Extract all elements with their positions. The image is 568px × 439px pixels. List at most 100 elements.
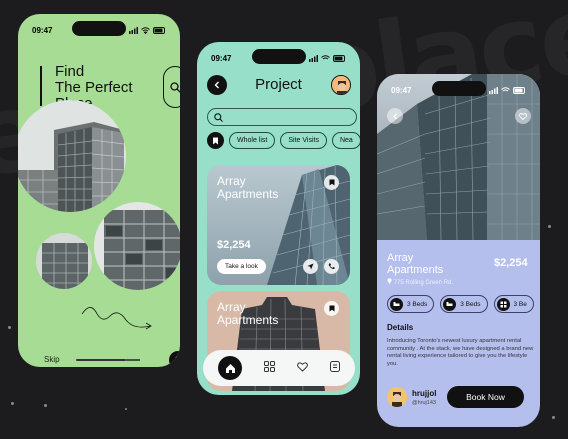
- feature-chip: 3 Beds: [387, 295, 435, 313]
- battery-icon: [333, 54, 345, 62]
- details-heading: Details: [387, 323, 414, 332]
- bookmark-button[interactable]: [324, 301, 339, 316]
- building-photo-large: [18, 100, 126, 212]
- status-icons: [129, 26, 166, 34]
- star-dot: [125, 408, 127, 410]
- grid-icon: [496, 297, 510, 311]
- star-dot: [11, 402, 14, 405]
- signal-icon: [129, 26, 138, 34]
- nav-home-button[interactable]: [218, 356, 242, 380]
- status-time: 09:47: [32, 25, 53, 35]
- grid-icon: [264, 361, 275, 372]
- feature-chip: 3 Beds: [440, 295, 488, 313]
- bed-icon: [443, 297, 457, 311]
- status-bar: 09:47: [211, 52, 346, 64]
- location-pin-icon: [387, 278, 392, 284]
- property-address: 775 Rolling Green Rd.: [387, 278, 453, 286]
- nav-favorites-button[interactable]: [297, 359, 308, 377]
- home-icon: [225, 363, 235, 373]
- avatar-illustration: [387, 387, 407, 407]
- document-icon: [330, 361, 340, 372]
- bed-icon: [390, 297, 403, 311]
- star-dot: [552, 416, 555, 419]
- property-photo: [377, 74, 540, 240]
- agent-avatar[interactable]: [387, 387, 407, 407]
- wifi-icon: [321, 54, 330, 59]
- search-button[interactable]: [163, 66, 180, 108]
- filter-chip-nearby[interactable]: Nea: [331, 132, 360, 149]
- share-button[interactable]: [303, 259, 318, 274]
- search-icon: [169, 81, 180, 93]
- feature-label: 3 Beds: [460, 300, 481, 308]
- call-button[interactable]: [324, 259, 339, 274]
- feature-chip: 3 Be: [493, 295, 534, 313]
- favorite-button[interactable]: [515, 108, 531, 124]
- bottom-nav-bar: [203, 350, 355, 386]
- agent-name: hrujjol: [412, 389, 437, 398]
- decorative-squiggle-arrow: [81, 307, 152, 330]
- property-price: $2,254: [494, 257, 528, 269]
- project-phone: 09:47 Project Whole list Site Visits Nea: [197, 42, 360, 395]
- bookmark-button[interactable]: [324, 175, 339, 190]
- detail-phone: 09:47 Array Apartments $2,254 775 Rollin…: [377, 74, 540, 427]
- feature-label: 3 Beds: [407, 300, 428, 308]
- status-icons: [309, 54, 346, 62]
- project-card-name: Array Apartments: [217, 175, 278, 201]
- bookmark-icon: [213, 137, 218, 144]
- take-a-look-button[interactable]: Take a look: [217, 259, 266, 274]
- status-bar: 09:47: [391, 84, 526, 96]
- onboarding-phone: 09:47 Find The Perfect Place: [18, 14, 180, 367]
- project-card-name: Array Apartments: [217, 301, 278, 327]
- chevron-left-icon: [392, 113, 397, 119]
- nav-documents-button[interactable]: [330, 359, 340, 377]
- agent-handle: @hruj143: [412, 400, 436, 406]
- filter-chips: Whole list Site Visits Nea: [207, 132, 360, 149]
- title-line: Find: [55, 63, 85, 80]
- arrow-right-icon: [175, 356, 180, 364]
- status-time: 09:47: [211, 53, 232, 63]
- back-button[interactable]: [387, 108, 403, 124]
- feature-label: 3 Be: [513, 300, 527, 308]
- star-dot: [44, 404, 47, 407]
- signal-icon: [489, 86, 498, 94]
- phone-icon: [328, 263, 335, 270]
- status-time: 09:47: [391, 85, 412, 95]
- wifi-icon: [501, 86, 510, 91]
- bookmark-icon: [329, 305, 334, 312]
- property-name: Array Apartments: [387, 252, 443, 276]
- battery-icon: [513, 86, 525, 94]
- skip-link[interactable]: Skip: [44, 355, 60, 364]
- status-icons: [489, 86, 526, 94]
- saved-filter-button[interactable]: [207, 132, 224, 149]
- next-button[interactable]: [169, 351, 180, 367]
- filter-chip-site-visits[interactable]: Site Visits: [280, 132, 327, 149]
- signal-icon: [309, 54, 318, 62]
- avatar[interactable]: [331, 75, 351, 95]
- search-input[interactable]: [207, 108, 357, 126]
- filter-chip-whole-list[interactable]: Whole list: [229, 132, 276, 149]
- bookmark-icon: [329, 179, 334, 186]
- title-line: The Perfect: [55, 79, 133, 96]
- star-dot: [548, 225, 551, 228]
- building-photo-small: [35, 232, 93, 290]
- card-name-line: Apartments: [217, 187, 279, 201]
- search-icon: [214, 112, 223, 122]
- room-features: 3 Beds 3 Beds 3 Be: [387, 295, 534, 313]
- battery-icon: [153, 26, 165, 34]
- heart-icon: [519, 112, 527, 120]
- status-bar: 09:47: [32, 24, 166, 36]
- send-icon: [307, 263, 314, 270]
- book-now-button[interactable]: Book Now: [447, 386, 524, 408]
- property-name-line: Apartments: [387, 264, 444, 276]
- property-name-line: Array: [387, 252, 414, 264]
- home-indicator: [76, 359, 126, 361]
- title-accent-bar: [40, 66, 42, 106]
- project-card[interactable]: Array Apartments $2,254 Take a look: [207, 165, 350, 285]
- star-dot: [8, 326, 11, 329]
- address-text: 775 Rolling Green Rd.: [393, 280, 454, 286]
- building-photo-medium: [93, 201, 180, 291]
- nav-grid-button[interactable]: [264, 359, 275, 377]
- heart-icon: [297, 362, 308, 372]
- page-dot: [126, 359, 140, 361]
- property-description: Introducing Toronto's newest luxury apar…: [387, 338, 534, 367]
